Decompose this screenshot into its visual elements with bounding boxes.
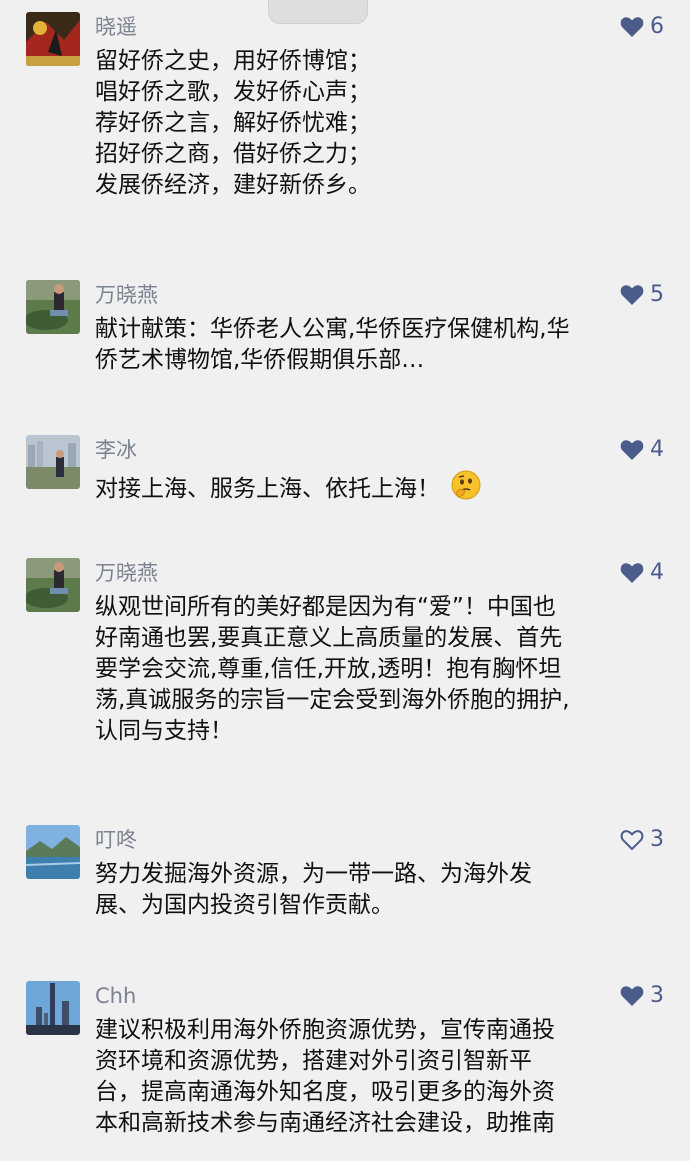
comment-text: 努力发掘海外资源，为一带一路、为海外发 展、为国内投资引智作贡献。: [95, 859, 675, 921]
comment-line: 献计献策：华侨老人公寓,华侨医疗保健机构,华: [95, 316, 570, 342]
like-button[interactable]: 6: [620, 12, 664, 42]
comment-text: 对接上海、服务上海、依托上海！: [95, 469, 675, 502]
comment-line: 本和高新技术参与南通经济社会建设，助推南: [95, 1110, 555, 1136]
comment-line: 唱好侨之歌，发好侨心声；: [95, 79, 371, 105]
comment-text: 纵观世间所有的美好都是因为有“爱”！中国也 好南通也罢,要真正意义上高质量的发展…: [95, 592, 675, 747]
commenter-name[interactable]: 万晓燕: [95, 558, 158, 588]
comment-line: 侨艺术博物馆,华侨假期俱乐部…: [95, 347, 425, 373]
like-count: 3: [650, 983, 664, 1008]
commenter-name[interactable]: 叮咚: [95, 825, 137, 855]
comment-line: 招好侨之商，借好侨之力；: [95, 141, 371, 167]
like-count: 5: [650, 282, 664, 307]
heart-filled-icon: [620, 17, 644, 37]
heart-filled-icon: [620, 285, 644, 305]
like-button[interactable]: 3: [620, 825, 664, 855]
like-count: 4: [650, 437, 664, 462]
like-count: 6: [650, 14, 664, 39]
comment-line: 发展侨经济，建好新侨乡。: [95, 172, 371, 198]
heart-outline-icon: [620, 830, 644, 851]
comment-line: 要学会交流,尊重,信任,开放,透明！抱有胸怀坦: [95, 656, 562, 682]
avatar[interactable]: [26, 981, 80, 1035]
comment-line: 认同与支持！: [95, 718, 233, 744]
commenter-name[interactable]: 李冰: [95, 435, 137, 465]
avatar[interactable]: [26, 280, 80, 334]
heart-filled-icon: [620, 440, 644, 460]
comment-line: 对接上海、服务上海、依托上海！: [95, 469, 675, 502]
like-button[interactable]: 3: [620, 981, 664, 1011]
commenter-name[interactable]: 万晓燕: [95, 280, 158, 310]
commenter-name[interactable]: Chh: [95, 981, 136, 1011]
heart-filled-icon: [620, 563, 644, 583]
comment-line: 展、为国内投资引智作贡献。: [95, 892, 394, 918]
comment-line: 纵观世间所有的美好都是因为有“爱”！中国也: [95, 594, 556, 620]
avatar[interactable]: [26, 558, 80, 612]
avatar[interactable]: [26, 825, 80, 879]
comment-line: 留好侨之史，用好侨博馆；: [95, 48, 371, 74]
comment-line: 资环境和资源优势，搭建对外引资引智新平: [95, 1048, 532, 1074]
comment-line: 荡,真诚服务的宗旨一定会受到海外侨胞的拥护,: [95, 687, 570, 713]
comment-line-text: 对接上海、服务上海、依托上海！: [95, 476, 440, 502]
thinking-face-emoji-icon: [450, 469, 482, 510]
like-count: 3: [650, 827, 664, 852]
comment-text: 献计献策：华侨老人公寓,华侨医疗保健机构,华 侨艺术博物馆,华侨假期俱乐部…: [95, 314, 675, 376]
comment-line: 好南通也罢,要真正意义上高质量的发展、首先: [95, 625, 563, 651]
commenter-name[interactable]: 晓遥: [95, 12, 137, 42]
heart-filled-icon: [620, 986, 644, 1006]
avatar[interactable]: [26, 12, 80, 66]
comment-text: 建议积极利用海外侨胞资源优势，宣传南通投 资环境和资源优势，搭建对外引资引智新平…: [95, 1015, 675, 1139]
like-button[interactable]: 4: [620, 435, 664, 465]
like-button[interactable]: 5: [620, 280, 664, 310]
like-button[interactable]: 4: [620, 558, 664, 588]
comment-text: 留好侨之史，用好侨博馆； 唱好侨之歌，发好侨心声； 荐好侨之言，解好侨忧难； 招…: [95, 46, 675, 201]
avatar[interactable]: [26, 435, 80, 489]
like-count: 4: [650, 560, 664, 585]
comment-line: 台，提高南通海外知名度，吸引更多的海外资: [95, 1079, 555, 1105]
comment-line: 努力发掘海外资源，为一带一路、为海外发: [95, 861, 532, 887]
pull-handle: [268, 0, 368, 24]
comment-line: 建议积极利用海外侨胞资源优势，宣传南通投: [95, 1017, 555, 1043]
comment-line: 荐好侨之言，解好侨忧难；: [95, 110, 371, 136]
